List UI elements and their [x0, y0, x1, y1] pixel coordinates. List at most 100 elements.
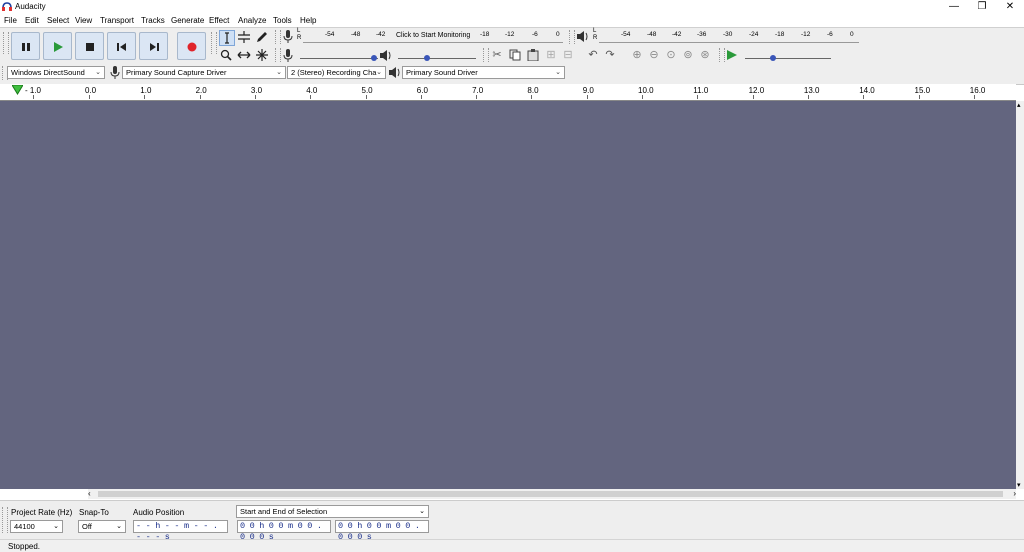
- menu-select[interactable]: Select: [47, 16, 69, 25]
- scroll-up-icon[interactable]: ▴: [1017, 101, 1021, 109]
- clipboard-icon: [527, 49, 539, 62]
- time-shift-tool[interactable]: [237, 48, 253, 64]
- vertical-scrollbar[interactable]: ▴ ▾: [1016, 101, 1024, 489]
- play-speed-knob[interactable]: [770, 55, 776, 61]
- menu-generate[interactable]: Generate: [171, 16, 204, 25]
- selection-toolbar-grip[interactable]: [2, 507, 8, 533]
- multi-tool[interactable]: [255, 48, 271, 64]
- status-text: Stopped.: [8, 542, 41, 551]
- stop-button[interactable]: [75, 32, 104, 60]
- fit-selection-button[interactable]: ⊙: [664, 48, 678, 62]
- ruler-label: 4.0: [306, 86, 318, 95]
- menu-effect[interactable]: Effect: [209, 16, 229, 25]
- menu-file[interactable]: File: [4, 16, 17, 25]
- record-scale-tick: -48: [351, 31, 361, 38]
- horizontal-scroll-thumb[interactable]: [98, 491, 1003, 497]
- playback-meter-grip[interactable]: [569, 30, 575, 44]
- snap-to-value: Off: [82, 522, 92, 531]
- audio-position-time[interactable]: - - h - - m - - . - - - s: [133, 520, 228, 542]
- playback-volume-knob[interactable]: [424, 55, 430, 61]
- timeline-ruler[interactable]: - 1.0 0.0 1.0 2.0 3.0 4.0 5.0 6.0 7.0 8.0 9.0 10.0 1…: [0, 84, 1016, 101]
- trim-button[interactable]: ⊞: [544, 48, 558, 62]
- playback-scale-tick: -48: [647, 31, 657, 38]
- chevron-down-icon: ⌄: [116, 523, 122, 530]
- redo-button[interactable]: ↷: [603, 48, 617, 62]
- record-icon: [187, 42, 197, 52]
- envelope-tool[interactable]: [237, 30, 253, 46]
- menu-edit[interactable]: Edit: [25, 16, 39, 25]
- scroll-down-icon[interactable]: ▾: [1017, 481, 1021, 489]
- play-speed-slider[interactable]: [745, 58, 831, 59]
- ruler-label: 10.0: [638, 86, 654, 95]
- selection-tool[interactable]: [219, 30, 235, 46]
- horizontal-scrollbar[interactable]: ‹ ›: [88, 489, 1016, 499]
- menu-tracks[interactable]: Tracks: [141, 16, 165, 25]
- scroll-right-icon[interactable]: ›: [1013, 489, 1016, 499]
- record-scale-tick: 0: [556, 31, 560, 38]
- menu-view[interactable]: View: [75, 16, 92, 25]
- menu-tools[interactable]: Tools: [273, 16, 292, 25]
- project-rate-select[interactable]: 44100 ⌄: [10, 520, 63, 533]
- recording-device-select[interactable]: Primary Sound Capture Driver ⌄: [122, 66, 286, 79]
- mixer-toolbar-grip[interactable]: [275, 48, 281, 62]
- snap-to-select[interactable]: Off ⌄: [78, 520, 126, 533]
- menu-analyze[interactable]: Analyze: [238, 16, 266, 25]
- menu-help[interactable]: Help: [300, 16, 316, 25]
- selection-start-time[interactable]: 0 0 h 0 0 m 0 0 . 0 0 0 s: [237, 520, 331, 542]
- fit-project-button[interactable]: ⊚: [681, 48, 695, 62]
- track-panel[interactable]: [0, 101, 1016, 489]
- cut-button[interactable]: ✂: [490, 48, 504, 62]
- play-at-speed-grip[interactable]: [719, 48, 725, 62]
- paste-button[interactable]: [526, 48, 540, 62]
- zoom-toggle-button[interactable]: ⊛: [698, 48, 712, 62]
- playback-meter[interactable]: -54 -48 -42 -36 -30 -24 -18 -12 -6 0: [599, 31, 859, 43]
- minimize-button[interactable]: —: [940, 0, 968, 14]
- copy-button[interactable]: [508, 48, 522, 62]
- zoom-tool[interactable]: [219, 48, 235, 64]
- play-button[interactable]: [43, 32, 72, 60]
- zoom-out-button[interactable]: ⊖: [647, 48, 661, 62]
- play-head-icon[interactable]: [11, 84, 24, 97]
- recording-channels-select[interactable]: 2 (Stereo) Recording Cha ⌄: [287, 66, 386, 79]
- chevron-down-icon: ⌄: [95, 69, 101, 76]
- close-button[interactable]: ✕: [996, 0, 1024, 14]
- record-meter[interactable]: -54 -48 -42 Click to Start Monitoring -1…: [303, 31, 563, 43]
- playback-scale-tick: -18: [775, 31, 785, 38]
- restore-button[interactable]: ❐: [968, 0, 996, 14]
- undo-button[interactable]: ↶: [586, 48, 600, 62]
- audio-host-value: Windows DirectSound: [11, 68, 85, 77]
- transport-toolbar-grip[interactable]: [3, 32, 9, 54]
- draw-tool[interactable]: [255, 30, 271, 46]
- start-monitoring-prompt[interactable]: Click to Start Monitoring: [396, 32, 470, 39]
- record-meter-grip[interactable]: [275, 30, 281, 44]
- playback-device-select[interactable]: Primary Sound Driver ⌄: [402, 66, 565, 79]
- chevron-down-icon: ⌄: [276, 69, 282, 76]
- recording-volume-knob[interactable]: [371, 55, 377, 61]
- ruler-tick: [807, 95, 809, 99]
- play-at-speed-button[interactable]: [726, 49, 738, 63]
- menu-transport[interactable]: Transport: [100, 16, 134, 25]
- record-button[interactable]: [177, 32, 206, 60]
- selection-mode-select[interactable]: Start and End of Selection ⌄: [236, 505, 429, 518]
- silence-button[interactable]: ⊟: [561, 48, 575, 62]
- skip-to-start-button[interactable]: [107, 32, 136, 60]
- selection-end-time[interactable]: 0 0 h 0 0 m 0 0 . 0 0 0 s: [335, 520, 429, 542]
- recording-channels-value: 2 (Stereo) Recording Cha: [291, 68, 377, 77]
- zoom-in-button[interactable]: ⊕: [630, 48, 644, 62]
- playback-scale-tick: 0: [850, 31, 854, 38]
- edit-toolbar-grip[interactable]: [483, 48, 489, 62]
- tools-toolbar-grip[interactable]: [211, 32, 217, 54]
- redo-icon: ↷: [605, 49, 615, 61]
- playback-volume-slider[interactable]: [398, 58, 476, 59]
- recording-volume-slider[interactable]: [300, 58, 378, 59]
- scroll-left-icon[interactable]: ‹: [88, 489, 91, 499]
- ruler-label: 13.0: [803, 86, 820, 95]
- stop-icon: [86, 43, 94, 51]
- playback-scale-tick: -54: [621, 31, 631, 38]
- skip-to-end-button[interactable]: [139, 32, 168, 60]
- undo-icon: ↶: [588, 49, 598, 61]
- pause-button[interactable]: [11, 32, 40, 60]
- playback-volume-icon: [380, 50, 392, 63]
- recording-volume-icon: [283, 49, 293, 64]
- audio-host-select[interactable]: Windows DirectSound ⌄: [7, 66, 105, 79]
